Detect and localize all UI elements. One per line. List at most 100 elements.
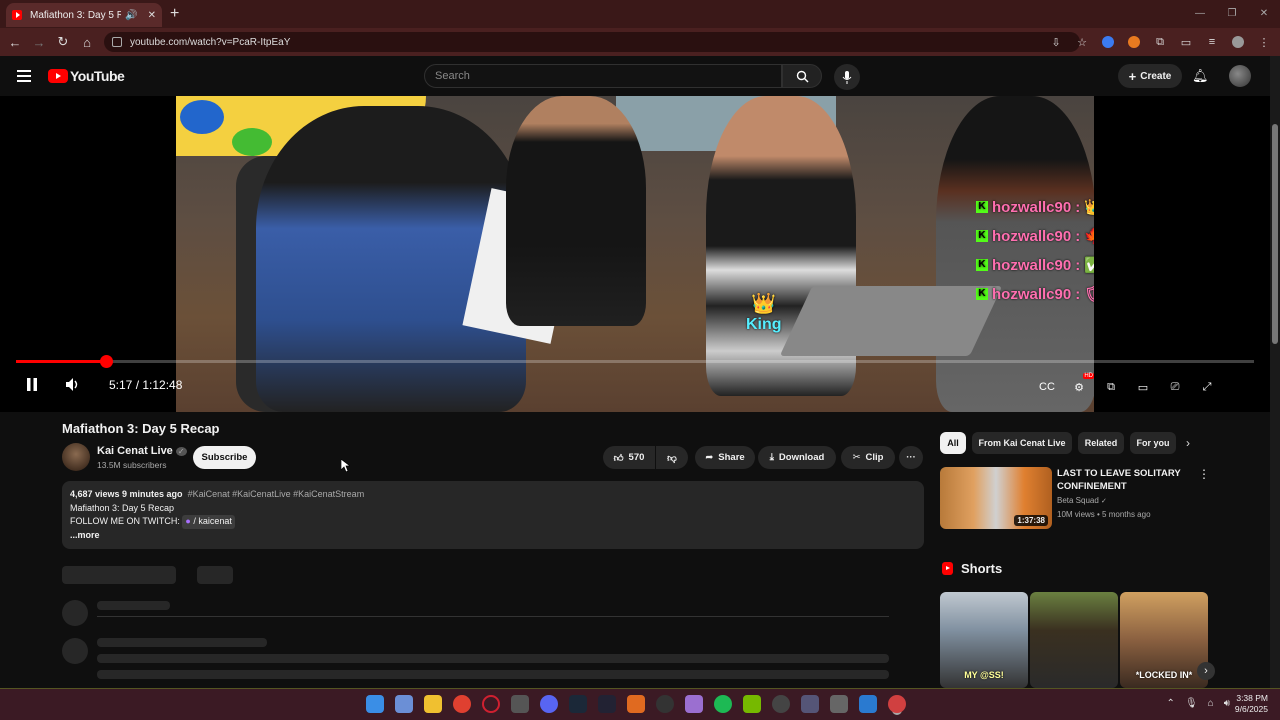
short-thumbnail[interactable]: MY @SS! [940,592,1028,688]
obs-icon[interactable] [656,695,674,713]
page-scrollbar[interactable] [1270,56,1280,688]
browser-tab[interactable]: Mafiathon 3: Day 5 Recap - 🔊 ✕ [6,3,162,27]
search-button[interactable] [782,64,822,88]
subtitles-icon[interactable]: CC [1038,378,1056,396]
create-button[interactable]: + Create [1118,64,1182,88]
tray-chevron-icon[interactable]: ⌃ [1167,698,1175,709]
search-input[interactable]: Search [424,64,782,88]
scrollbar-thumb[interactable] [1272,124,1278,344]
fullscreen-icon[interactable]: ⤢ [1198,378,1216,396]
clip-button[interactable]: ✂ Clip [841,446,895,469]
video-player[interactable]: K hozwallc90 : 👑 K hozwallc90 : 🍁 K hozw… [0,96,1270,412]
video-options-icon[interactable]: ⋮ [1198,467,1210,481]
youtube-favicon-icon [12,10,22,20]
chrome-icon[interactable] [453,695,471,713]
show-more-link[interactable]: ...more [70,529,916,543]
crown-badge-icon: 👑 [1084,199,1094,216]
extension-orange-icon[interactable] [1124,32,1144,52]
sidepanel-icon[interactable]: ▭ [1176,32,1196,52]
description-box[interactable]: 4,687 views 9 minutes ago #KaiCenat #Kai… [62,481,924,549]
address-bar[interactable]: youtube.com/watch?v=PcaR-ItpEaY [104,32,1080,52]
progress-played [16,360,107,363]
chevron-right-icon[interactable]: › [1186,436,1190,450]
minimize-button[interactable]: — [1184,0,1216,28]
dislike-button[interactable]: 👎︎ [656,446,688,469]
shorts-label: Shorts [961,561,1003,576]
like-button[interactable]: 👍︎ 570 [603,446,655,469]
pause-button[interactable] [26,378,38,394]
more-actions-button[interactable]: ··· [899,446,923,469]
network-icon[interactable]: ⌂ [1208,698,1214,709]
app-blue-icon[interactable] [859,695,877,713]
youtube-logo[interactable]: YouTube [48,68,125,84]
app-gray-icon[interactable] [830,695,848,713]
spotify-icon[interactable] [714,695,732,713]
discord-icon[interactable] [540,695,558,713]
install-icon[interactable]: ⇩ [1046,32,1066,52]
forward-icon[interactable]: → [27,35,51,50]
close-window-button[interactable]: ✕ [1248,0,1280,28]
filter-chip-related[interactable]: Related [1078,432,1124,454]
miniplayer-icon[interactable]: ⧉ [1102,378,1120,396]
extension-blue-icon[interactable] [1098,32,1118,52]
twitch-link-chip[interactable]: ● / kaicenat [182,515,235,529]
nvidia-icon[interactable] [743,695,761,713]
shorts-next-icon[interactable]: › [1197,662,1215,680]
menu-icon[interactable] [17,70,31,85]
shorts-section-title: Shorts [942,561,1002,576]
windows-start-icon[interactable] [366,695,384,713]
taskbar-clock[interactable]: 3:38 PM 9/6/2025 [1235,693,1268,715]
video-frame[interactable]: K hozwallc90 : 👑 K hozwallc90 : 🍁 K hozw… [176,96,1094,412]
app-c-icon[interactable] [772,695,790,713]
filter-chip-all[interactable]: All [940,432,966,454]
media-control-icon[interactable]: ≡ [1202,32,1222,52]
recommended-title[interactable]: LAST TO LEAVE SOLITARY CONFINEMENT [1057,467,1197,493]
profile-icon[interactable] [1228,32,1248,52]
voice-search-button[interactable] [834,64,860,90]
file-explorer-icon[interactable] [424,695,442,713]
chrome-active-icon[interactable] [888,695,906,713]
filter-chip-for-you[interactable]: For you [1130,432,1176,454]
steam-icon[interactable] [569,695,587,713]
new-tab-button[interactable]: + [170,5,179,23]
extensions-puzzle-icon[interactable]: ⧉ [1150,32,1170,52]
bookmark-star-icon[interactable]: ☆ [1072,32,1092,52]
maximize-button[interactable]: ❐ [1216,0,1248,28]
cast-icon[interactable]: ⎚ [1166,378,1184,396]
theater-mode-icon[interactable]: ▭ [1134,378,1152,396]
reload-icon[interactable]: ↻ [51,34,75,50]
terminal-icon[interactable] [598,695,616,713]
progress-bar[interactable] [16,355,1254,368]
back-icon[interactable]: ← [3,35,27,50]
app-orange-icon[interactable] [627,695,645,713]
short-thumbnail[interactable]: *LOCKED IN* [1120,592,1208,688]
channel-name[interactable]: Kai Cenat Live ✓ [97,445,187,457]
tab-close-icon[interactable]: ✕ [148,10,156,21]
audio-icon[interactable]: 🔊 [125,10,137,21]
recommended-channel[interactable]: Beta Squad ✓ [1057,496,1107,505]
mic-tray-icon[interactable]: 🎙︎ [1185,698,1198,709]
volume-button[interactable] [66,378,80,394]
browser-menu-icon[interactable]: ⋮ [1254,32,1274,52]
filter-chip-from-channel[interactable]: From Kai Cenat Live [972,432,1072,454]
home-icon[interactable]: ⌂ [75,35,99,50]
site-info-icon[interactable] [112,37,122,47]
photos-app-icon[interactable] [395,695,413,713]
hashtags[interactable]: #KaiCenat #KaiCenatLive #KaiCenatStream [188,489,365,499]
thumbs-up-icon: 👍︎ [613,452,624,464]
excel-icon[interactable] [511,695,529,713]
account-avatar[interactable] [1229,65,1251,87]
notifications-bell-icon[interactable]: 🔔︎ [1192,68,1209,84]
recommended-thumbnail[interactable]: 1:37:38 [940,467,1052,529]
pen-app-icon[interactable] [685,695,703,713]
speaker-icon[interactable]: 🔊︎ [1224,698,1230,709]
subscribe-button[interactable]: Subscribe [193,446,256,469]
app-game-icon[interactable] [801,695,819,713]
settings-gear-icon[interactable]: ⚙ HD [1070,373,1094,396]
opera-icon[interactable] [482,695,500,713]
short-thumbnail[interactable] [1030,592,1118,688]
share-button[interactable]: ➦ Share [695,446,755,469]
download-button[interactable]: ⤓ Download [758,446,836,469]
scrubber-handle[interactable] [100,355,114,368]
channel-avatar[interactable] [62,443,90,471]
